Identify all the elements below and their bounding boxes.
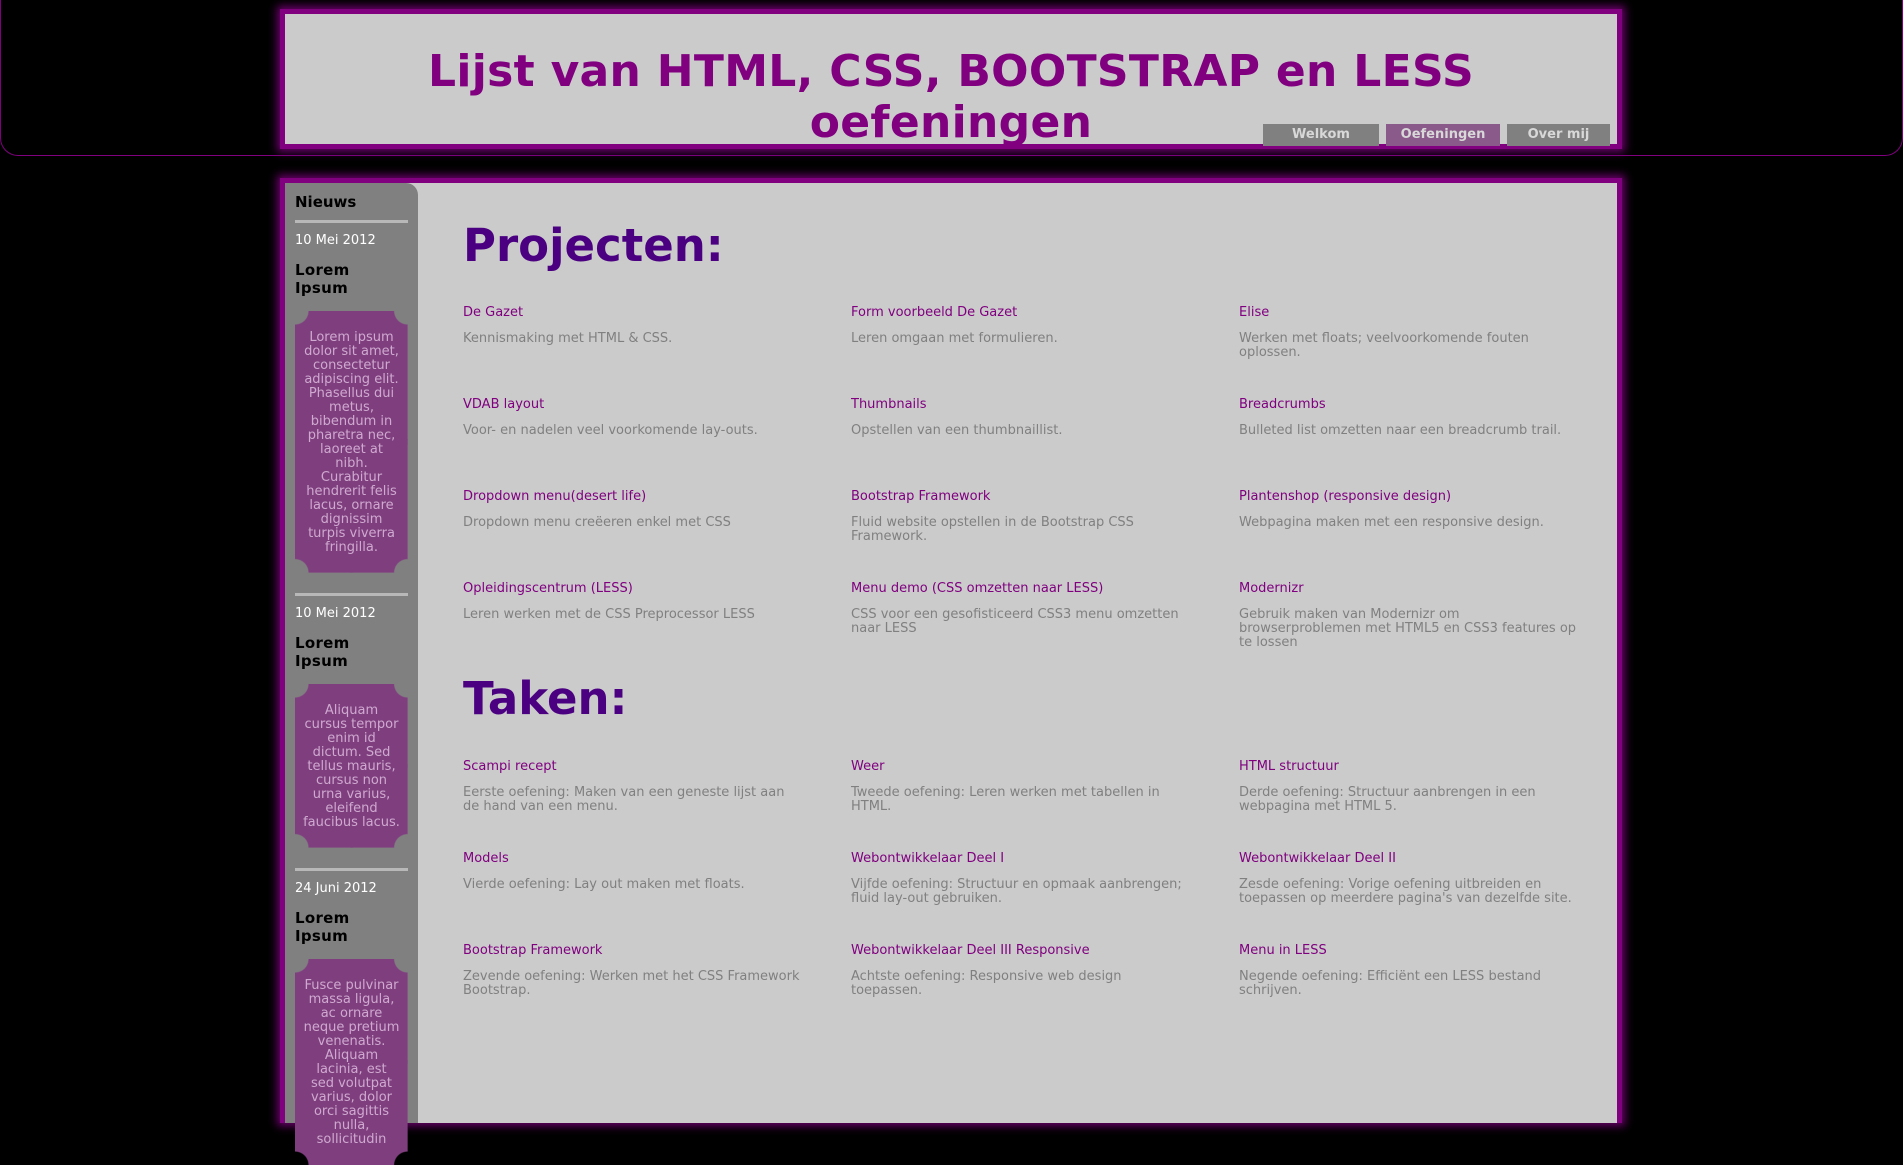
project-item: Elise Werken met floats; veelvoorkomende… bbox=[1239, 305, 1627, 397]
item-link[interactable]: Breadcrumbs bbox=[1239, 397, 1627, 424]
news-item: 24 Juni 2012 Lorem Ipsum Fusce pulvinar … bbox=[295, 868, 408, 1165]
projects-grid: De Gazet Kennismaking met HTML & CSS. For… bbox=[463, 305, 1627, 673]
item-link[interactable]: Webontwikkelaar Deel I bbox=[851, 851, 1239, 878]
divider bbox=[295, 868, 408, 871]
item-description: Tweede oefening: Leren werken met tabell… bbox=[851, 785, 1160, 814]
tasks-grid: Scampi recept Eerste oefening: Maken van… bbox=[463, 759, 1627, 1035]
main-nav: Welkom Oefeningen Over mij bbox=[1263, 124, 1610, 146]
project-item: VDAB layout Voor- en nadelen veel voorko… bbox=[463, 397, 851, 489]
item-description: Dropdown menu creëeren enkel met CSS bbox=[463, 515, 731, 530]
item-description: Vierde oefening: Lay out maken met float… bbox=[463, 877, 745, 892]
content-area: Nieuws 10 Mei 2012 Lorem Ipsum Lorem ips… bbox=[280, 178, 1622, 1165]
item-link[interactable]: Bootstrap Framework bbox=[851, 489, 1239, 516]
item-link[interactable]: Menu in LESS bbox=[1239, 943, 1627, 970]
news-sidebar: Nieuws 10 Mei 2012 Lorem Ipsum Lorem ips… bbox=[285, 183, 418, 1165]
project-item: Form voorbeeld De Gazet Leren omgaan met… bbox=[851, 305, 1239, 397]
news-title: Lorem Ipsum bbox=[295, 909, 350, 945]
news-text: Lorem ipsum dolor sit amet, consectetur … bbox=[295, 311, 408, 573]
news-item: 10 Mei 2012 Lorem Ipsum Lorem ipsum dolo… bbox=[295, 233, 408, 573]
nav-over-mij[interactable]: Over mij bbox=[1507, 124, 1610, 146]
item-link[interactable]: Models bbox=[463, 851, 851, 878]
task-item: Bootstrap Framework Zevende oefening: We… bbox=[463, 943, 851, 1035]
project-item: Modernizr Gebruik maken van Modernizr om… bbox=[1239, 581, 1627, 673]
item-description: Werken met floats; veelvoorkomende foute… bbox=[1239, 331, 1529, 360]
project-item: Plantenshop (responsive design) Webpagin… bbox=[1239, 489, 1627, 581]
item-link[interactable]: Dropdown menu(desert life) bbox=[463, 489, 851, 516]
news-date: 10 Mei 2012 bbox=[295, 233, 376, 248]
item-description: Eerste oefening: Maken van een geneste l… bbox=[463, 785, 785, 814]
item-description: Leren werken met de CSS Preprocessor LES… bbox=[463, 607, 755, 622]
item-link[interactable]: Elise bbox=[1239, 305, 1627, 332]
item-link[interactable]: Thumbnails bbox=[851, 397, 1239, 424]
task-item: Models Vierde oefening: Lay out maken me… bbox=[463, 851, 851, 943]
project-item: Bootstrap Framework Fluid website opstel… bbox=[851, 489, 1239, 581]
item-link[interactable]: Webontwikkelaar Deel III Responsive bbox=[851, 943, 1239, 970]
item-description: Leren omgaan met formulieren. bbox=[851, 331, 1058, 346]
item-link[interactable]: De Gazet bbox=[463, 305, 851, 332]
item-description: Fluid website opstellen in de Bootstrap … bbox=[851, 515, 1134, 544]
item-description: Bulleted list omzetten naar een breadcru… bbox=[1239, 423, 1562, 438]
item-link[interactable]: Form voorbeeld De Gazet bbox=[851, 305, 1239, 332]
project-item: Menu demo (CSS omzetten naar LESS) CSS v… bbox=[851, 581, 1239, 673]
item-link[interactable]: Webontwikkelaar Deel II bbox=[1239, 851, 1627, 878]
item-description: Opstellen van een thumbnaillist. bbox=[851, 423, 1063, 438]
item-description: Kennismaking met HTML & CSS. bbox=[463, 331, 673, 346]
item-description: CSS voor een gesofisticeerd CSS3 menu om… bbox=[851, 607, 1179, 636]
project-item: De Gazet Kennismaking met HTML & CSS. bbox=[463, 305, 851, 397]
item-link[interactable]: Weer bbox=[851, 759, 1239, 786]
project-item: Thumbnails Opstellen van een thumbnailli… bbox=[851, 397, 1239, 489]
tasks-heading: Taken: bbox=[463, 672, 628, 725]
item-description: Achtste oefening: Responsive web design … bbox=[851, 969, 1122, 998]
projects-heading: Projecten: bbox=[463, 219, 724, 272]
task-item: Menu in LESS Negende oefening: Efficiënt… bbox=[1239, 943, 1627, 1035]
item-description: Negende oefening: Efficiënt een LESS bes… bbox=[1239, 969, 1542, 998]
task-item: Weer Tweede oefening: Leren werken met t… bbox=[851, 759, 1239, 851]
task-item: Scampi recept Eerste oefening: Maken van… bbox=[463, 759, 851, 851]
news-title: Lorem Ipsum bbox=[295, 261, 350, 297]
item-link[interactable]: Modernizr bbox=[1239, 581, 1627, 608]
item-link[interactable]: Opleidingscentrum (LESS) bbox=[463, 581, 851, 608]
site-header: Lijst van HTML, CSS, BOOTSTRAP en LESS o… bbox=[280, 9, 1622, 149]
divider bbox=[295, 593, 408, 596]
news-text: Fusce pulvinar massa ligula, ac ornare n… bbox=[295, 959, 408, 1165]
news-date: 24 Juni 2012 bbox=[295, 881, 377, 896]
task-item: Webontwikkelaar Deel III Responsive Acht… bbox=[851, 943, 1239, 1035]
item-description: Gebruik maken van Modernizr om browserpr… bbox=[1239, 607, 1577, 650]
item-link[interactable]: Scampi recept bbox=[463, 759, 851, 786]
item-description: Vijfde oefening: Structuur en opmaak aan… bbox=[851, 877, 1182, 906]
sidebar-heading: Nieuws bbox=[295, 193, 408, 223]
task-item: HTML structuur Derde oefening: Structuur… bbox=[1239, 759, 1627, 851]
item-description: Zevende oefening: Werken met het CSS Fra… bbox=[463, 969, 800, 998]
nav-oefeningen[interactable]: Oefeningen bbox=[1386, 124, 1500, 146]
item-link[interactable]: Bootstrap Framework bbox=[463, 943, 851, 970]
project-item: Dropdown menu(desert life) Dropdown menu… bbox=[463, 489, 851, 581]
item-link[interactable]: Plantenshop (responsive design) bbox=[1239, 489, 1627, 516]
task-item: Webontwikkelaar Deel II Zesde oefening: … bbox=[1239, 851, 1627, 943]
item-description: Zesde oefening: Vorige oefening uitbreid… bbox=[1239, 877, 1572, 906]
item-link[interactable]: VDAB layout bbox=[463, 397, 851, 424]
item-description: Webpagina maken met een responsive desig… bbox=[1239, 515, 1544, 530]
project-item: Breadcrumbs Bulleted list omzetten naar … bbox=[1239, 397, 1627, 489]
news-text: Aliquam cursus tempor enim id dictum. Se… bbox=[295, 684, 408, 848]
item-link[interactable]: Menu demo (CSS omzetten naar LESS) bbox=[851, 581, 1239, 608]
news-date: 10 Mei 2012 bbox=[295, 606, 376, 621]
project-item: Opleidingscentrum (LESS) Leren werken me… bbox=[463, 581, 851, 673]
item-link[interactable]: HTML structuur bbox=[1239, 759, 1627, 786]
news-item: 10 Mei 2012 Lorem Ipsum Aliquam cursus t… bbox=[295, 593, 408, 848]
item-description: Voor- en nadelen veel voorkomende lay-ou… bbox=[463, 423, 758, 438]
news-title: Lorem Ipsum bbox=[295, 634, 350, 670]
item-description: Derde oefening: Structuur aanbrengen in … bbox=[1239, 785, 1536, 814]
task-item: Webontwikkelaar Deel I Vijfde oefening: … bbox=[851, 851, 1239, 943]
nav-welkom[interactable]: Welkom bbox=[1263, 124, 1379, 146]
